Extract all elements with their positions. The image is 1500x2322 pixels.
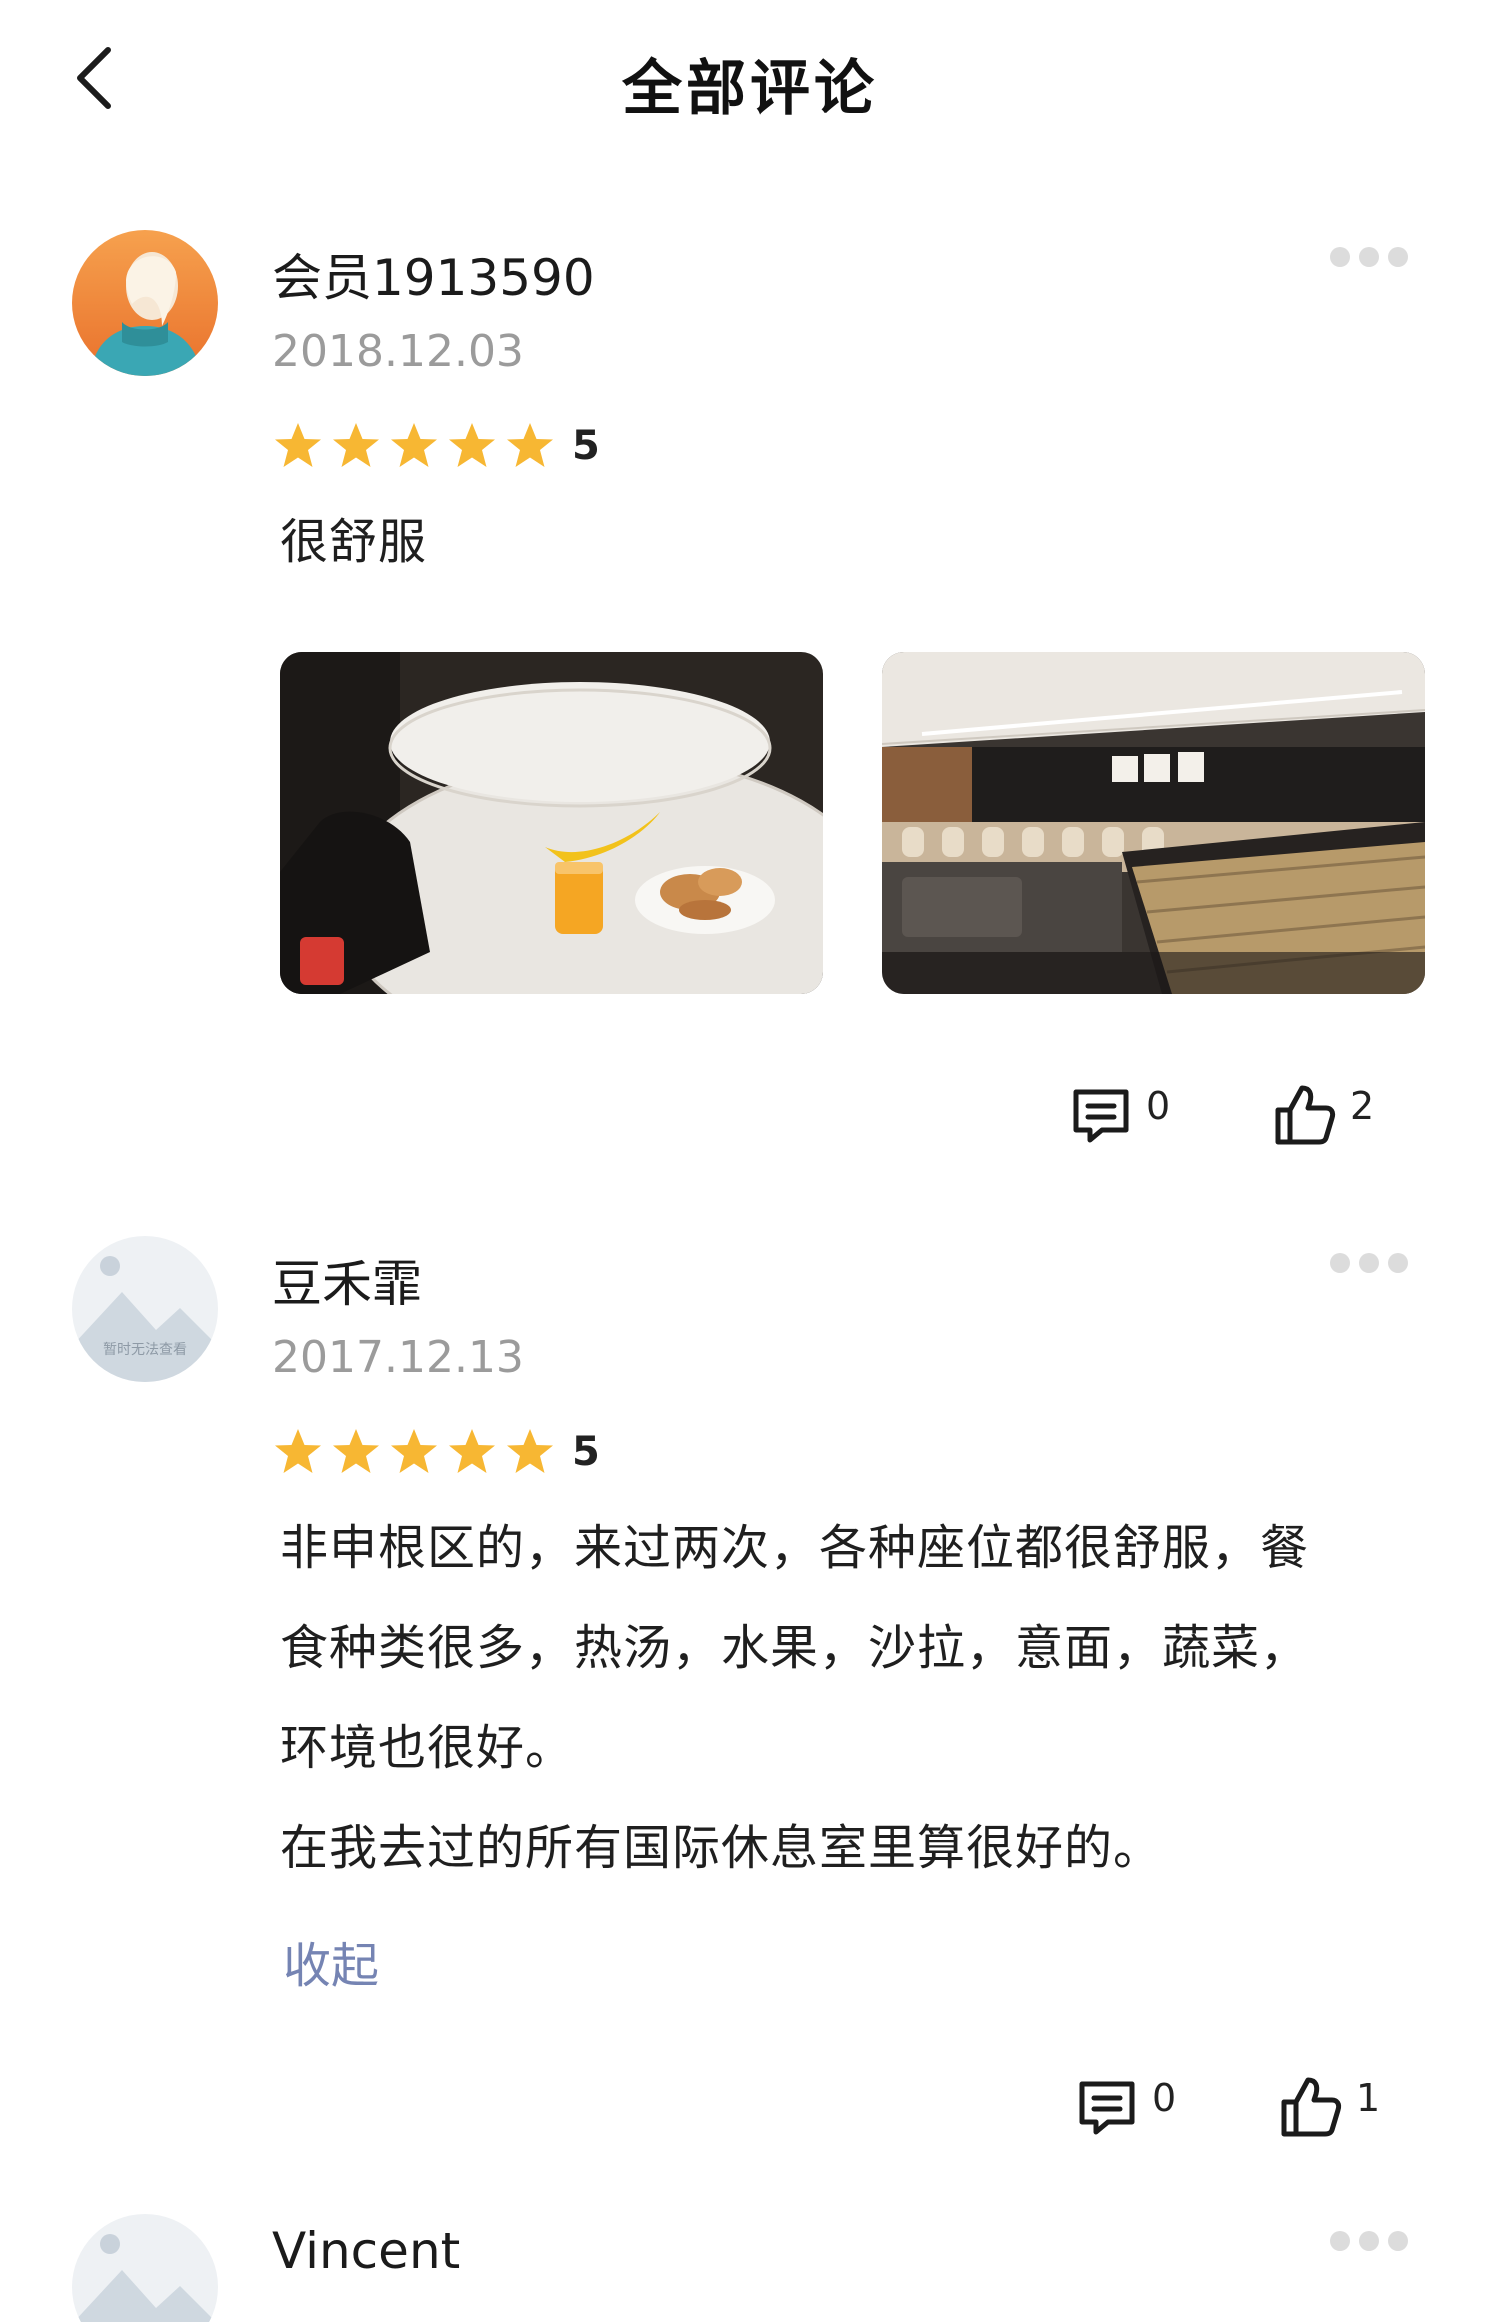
- placeholder-avatar-image: 暂时无法查看: [72, 1236, 218, 1382]
- username[interactable]: 豆禾霏: [272, 1244, 422, 1316]
- reviews-page: 全部评论 会员1913590 2018.12.03 5 很舒服 0 2 暂时无法…: [0, 0, 1500, 2322]
- more-dots-icon: [1330, 2231, 1408, 2251]
- comment-button[interactable]: 0: [1068, 1080, 1170, 1150]
- username[interactable]: Vincent: [272, 2222, 460, 2280]
- thumbs-up-icon: [1275, 1085, 1336, 1145]
- comment-button[interactable]: 0: [1074, 2072, 1176, 2142]
- star-icon: [272, 1426, 324, 1478]
- page-title: 全部评论: [622, 54, 878, 124]
- review-paragraph: 很舒服: [280, 514, 428, 570]
- star-rating: 5: [272, 418, 600, 474]
- thumbs-up-icon: [1281, 2077, 1342, 2137]
- review-photo-lounge[interactable]: [882, 652, 1425, 994]
- review-paragraph: 环境也很好。: [280, 1720, 575, 1776]
- lounge-photo: [882, 652, 1425, 994]
- star-icon: [504, 420, 556, 472]
- star-icon: [330, 1426, 382, 1478]
- avatar[interactable]: [72, 230, 218, 376]
- avatar-placeholder-text: 暂时无法查看: [103, 1342, 187, 1358]
- like-count: 2: [1350, 1084, 1375, 1128]
- review-photo-food[interactable]: [280, 652, 823, 994]
- rating-score: 5: [572, 1429, 600, 1475]
- collapse-link[interactable]: 收起: [283, 1926, 379, 1996]
- star-icon: [388, 420, 440, 472]
- more-options-button[interactable]: [1328, 1248, 1410, 1278]
- star-icon: [388, 1426, 440, 1478]
- review-paragraph: 非申根区的，来过两次，各种座位都很舒服，餐: [280, 1520, 1310, 1576]
- star-rating: 5: [272, 1424, 600, 1480]
- food-photo: [280, 652, 823, 994]
- avatar[interactable]: 暂时无法查看: [72, 1236, 218, 1382]
- placeholder-avatar-image: [72, 2214, 218, 2322]
- rating-score: 5: [572, 423, 600, 469]
- header: 全部评论: [0, 0, 1500, 160]
- review-date: 2017.12.13: [272, 1332, 524, 1383]
- star-icon: [272, 420, 324, 472]
- star-icon: [446, 420, 498, 472]
- like-button[interactable]: 2: [1272, 1080, 1374, 1150]
- review-paragraph: 食种类很多，热汤，水果，沙拉，意面，蔬菜，: [280, 1620, 1310, 1676]
- review-text: 非申根区的，来过两次，各种座位都很舒服，餐 食种类很多，热汤，水果，沙拉，意面，…: [280, 1498, 1400, 1898]
- comment-count: 0: [1146, 1084, 1171, 1128]
- like-count: 1: [1356, 2076, 1381, 2120]
- comment-icon: [1073, 1089, 1129, 1143]
- star-icon: [504, 1426, 556, 1478]
- user-avatar-image: [72, 230, 218, 376]
- star-icon: [330, 420, 382, 472]
- username[interactable]: 会员1913590: [272, 238, 595, 310]
- like-button[interactable]: 1: [1278, 2072, 1380, 2142]
- more-options-button[interactable]: [1328, 2226, 1410, 2256]
- more-dots-icon: [1330, 1253, 1408, 1273]
- review-date: 2018.12.03: [272, 326, 524, 377]
- comment-icon: [1079, 2081, 1135, 2135]
- more-options-button[interactable]: [1328, 242, 1410, 272]
- comment-count: 0: [1152, 2076, 1177, 2120]
- more-dots-icon: [1330, 247, 1408, 267]
- review-text: 很舒服: [280, 492, 1400, 592]
- star-icon: [446, 1426, 498, 1478]
- review-paragraph: 在我去过的所有国际休息室里算很好的。: [280, 1820, 1163, 1876]
- avatar[interactable]: [72, 2214, 218, 2322]
